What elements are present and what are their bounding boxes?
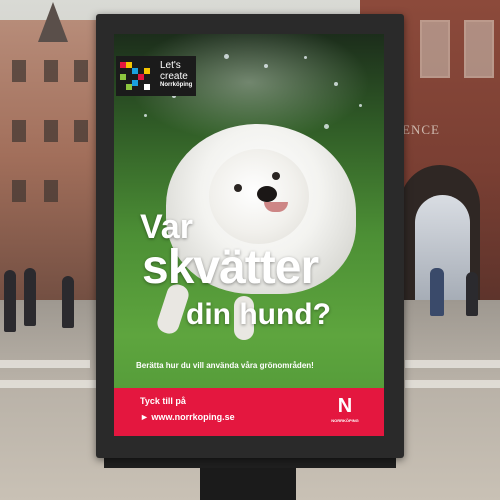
logo-subtext: Norrköping <box>160 82 193 88</box>
headline-line-1: Var <box>140 208 193 246</box>
crosswalk-stripe <box>405 360 500 368</box>
poster-footer: Tyck till på ► www.norrkoping.se N NORRK… <box>114 388 384 436</box>
building-window <box>464 20 494 78</box>
norrkoping-logo-text: NORRKÖPING <box>331 418 359 423</box>
building-window <box>74 60 88 82</box>
building-window <box>12 60 26 82</box>
dog-eye <box>234 184 242 192</box>
building-window <box>420 20 450 78</box>
pedestrian <box>62 276 74 328</box>
headline-line-3: din hund? <box>186 298 331 331</box>
building-window <box>44 60 58 82</box>
pedestrian <box>430 268 444 316</box>
norrkoping-logo-mark: N <box>337 395 353 417</box>
norrkoping-logo: N NORRKÖPING <box>330 394 360 430</box>
dog-eye <box>272 172 280 180</box>
crosswalk-stripe <box>0 360 90 368</box>
building-window <box>12 180 26 202</box>
pedestrian <box>466 272 478 316</box>
crosswalk-stripe <box>0 380 96 388</box>
building-window <box>12 120 26 142</box>
headline-line-2: skvätter <box>142 241 319 294</box>
crosswalk-stripe <box>405 380 500 388</box>
lets-create-logo: Let's create Norrköping <box>116 56 196 96</box>
footer-label: Tyck till på <box>140 396 186 406</box>
billboard-pole <box>200 466 296 500</box>
advertisement-poster: Let's create Norrköping Var skvätter din… <box>114 34 384 436</box>
dog-nose <box>257 186 277 202</box>
building-window <box>74 120 88 142</box>
building-window <box>44 120 58 142</box>
pedestrian <box>24 268 36 326</box>
poster-subline: Berätta hur du vill använda våra grönomr… <box>136 361 314 370</box>
store-sign: ENCE <box>402 122 440 137</box>
building-window <box>44 180 58 202</box>
logo-text: Let's create <box>160 60 188 82</box>
pedestrian <box>4 270 16 332</box>
footer-url: ► www.norrkoping.se <box>140 412 235 422</box>
